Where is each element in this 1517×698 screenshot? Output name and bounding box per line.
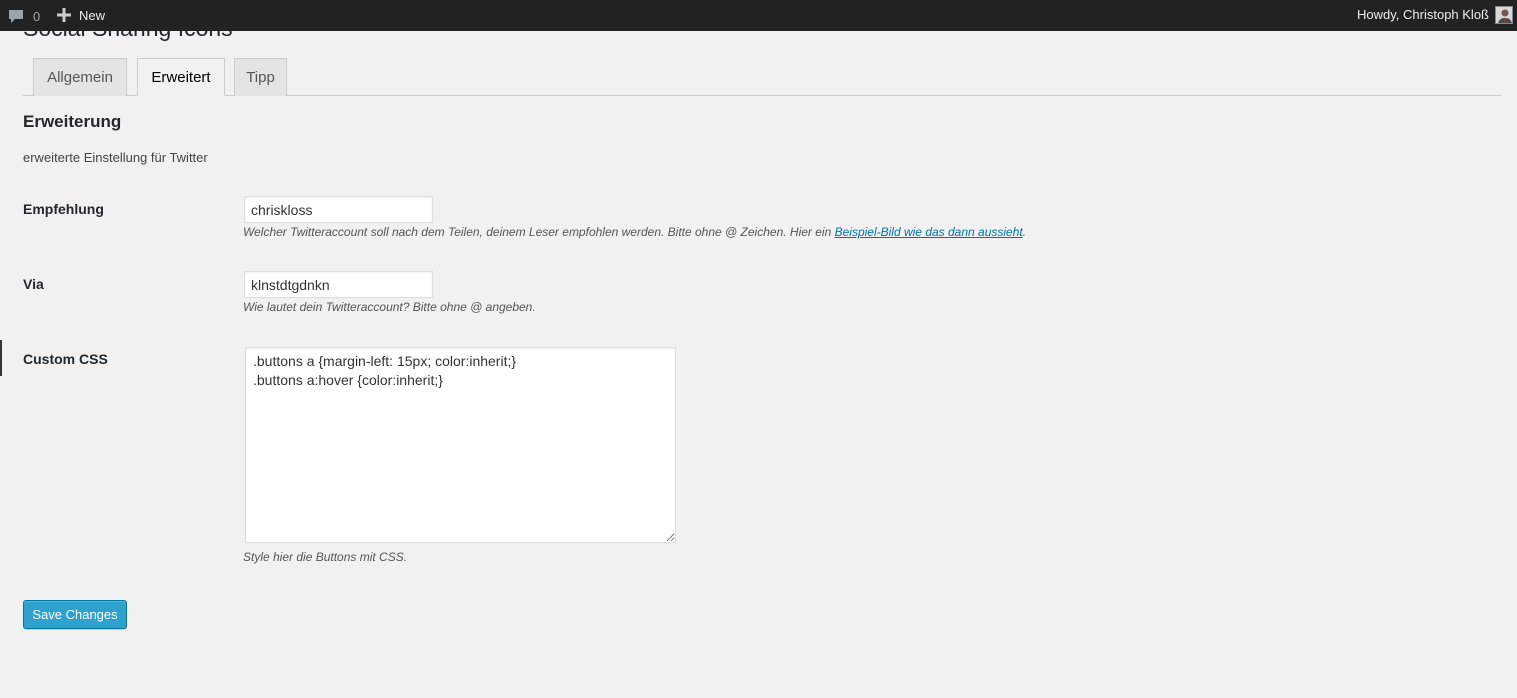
empfehlung-label: Empfehlung bbox=[23, 201, 104, 217]
custom-css-textarea[interactable]: .buttons a {margin-left: 15px; color:inh… bbox=[245, 347, 676, 543]
section-description: erweiterte Einstellung für Twitter bbox=[23, 150, 208, 165]
empfehlung-input[interactable] bbox=[244, 196, 433, 223]
tab-tipp[interactable]: Tipp bbox=[234, 58, 287, 96]
new-label: New bbox=[79, 7, 106, 23]
save-changes-button[interactable]: Save Changes bbox=[23, 600, 127, 629]
section-heading: Erweiterung bbox=[23, 112, 122, 131]
tab-erweitert[interactable]: Erweitert bbox=[137, 58, 225, 96]
comments-menu[interactable]: 0 bbox=[8, 7, 40, 25]
tab-bar: Allgemein Erweitert Tipp bbox=[23, 58, 1501, 96]
comments-count: 0 bbox=[33, 8, 41, 24]
new-content-menu[interactable]: New bbox=[57, 6, 105, 24]
custom-css-label: Custom CSS bbox=[23, 351, 108, 367]
example-image-link[interactable]: Beispiel-Bild wie das dann aussieht bbox=[835, 225, 1023, 239]
via-description: Wie lautet dein Twitteraccount? Bitte oh… bbox=[243, 300, 536, 314]
custom-css-description: Style hier die Buttons mit CSS. bbox=[243, 550, 408, 564]
howdy-user[interactable]: Howdy, Christoph Kloß bbox=[1357, 7, 1489, 22]
empfehlung-description: Welcher Twitteraccount soll nach dem Tei… bbox=[243, 225, 1026, 239]
avatar[interactable] bbox=[1495, 6, 1513, 24]
via-input[interactable] bbox=[244, 271, 433, 298]
empfehlung-desc-text: Welcher Twitteraccount soll nach dem Tei… bbox=[243, 225, 835, 239]
admin-bar: 0 New Howdy, Christoph Kloß bbox=[0, 0, 1517, 31]
left-edge-marker bbox=[0, 340, 2, 376]
plus-icon bbox=[57, 8, 71, 22]
tab-allgemein[interactable]: Allgemein bbox=[33, 58, 127, 96]
via-label: Via bbox=[23, 276, 44, 292]
empfehlung-desc-suffix: . bbox=[1022, 225, 1027, 239]
comment-icon bbox=[8, 8, 24, 24]
